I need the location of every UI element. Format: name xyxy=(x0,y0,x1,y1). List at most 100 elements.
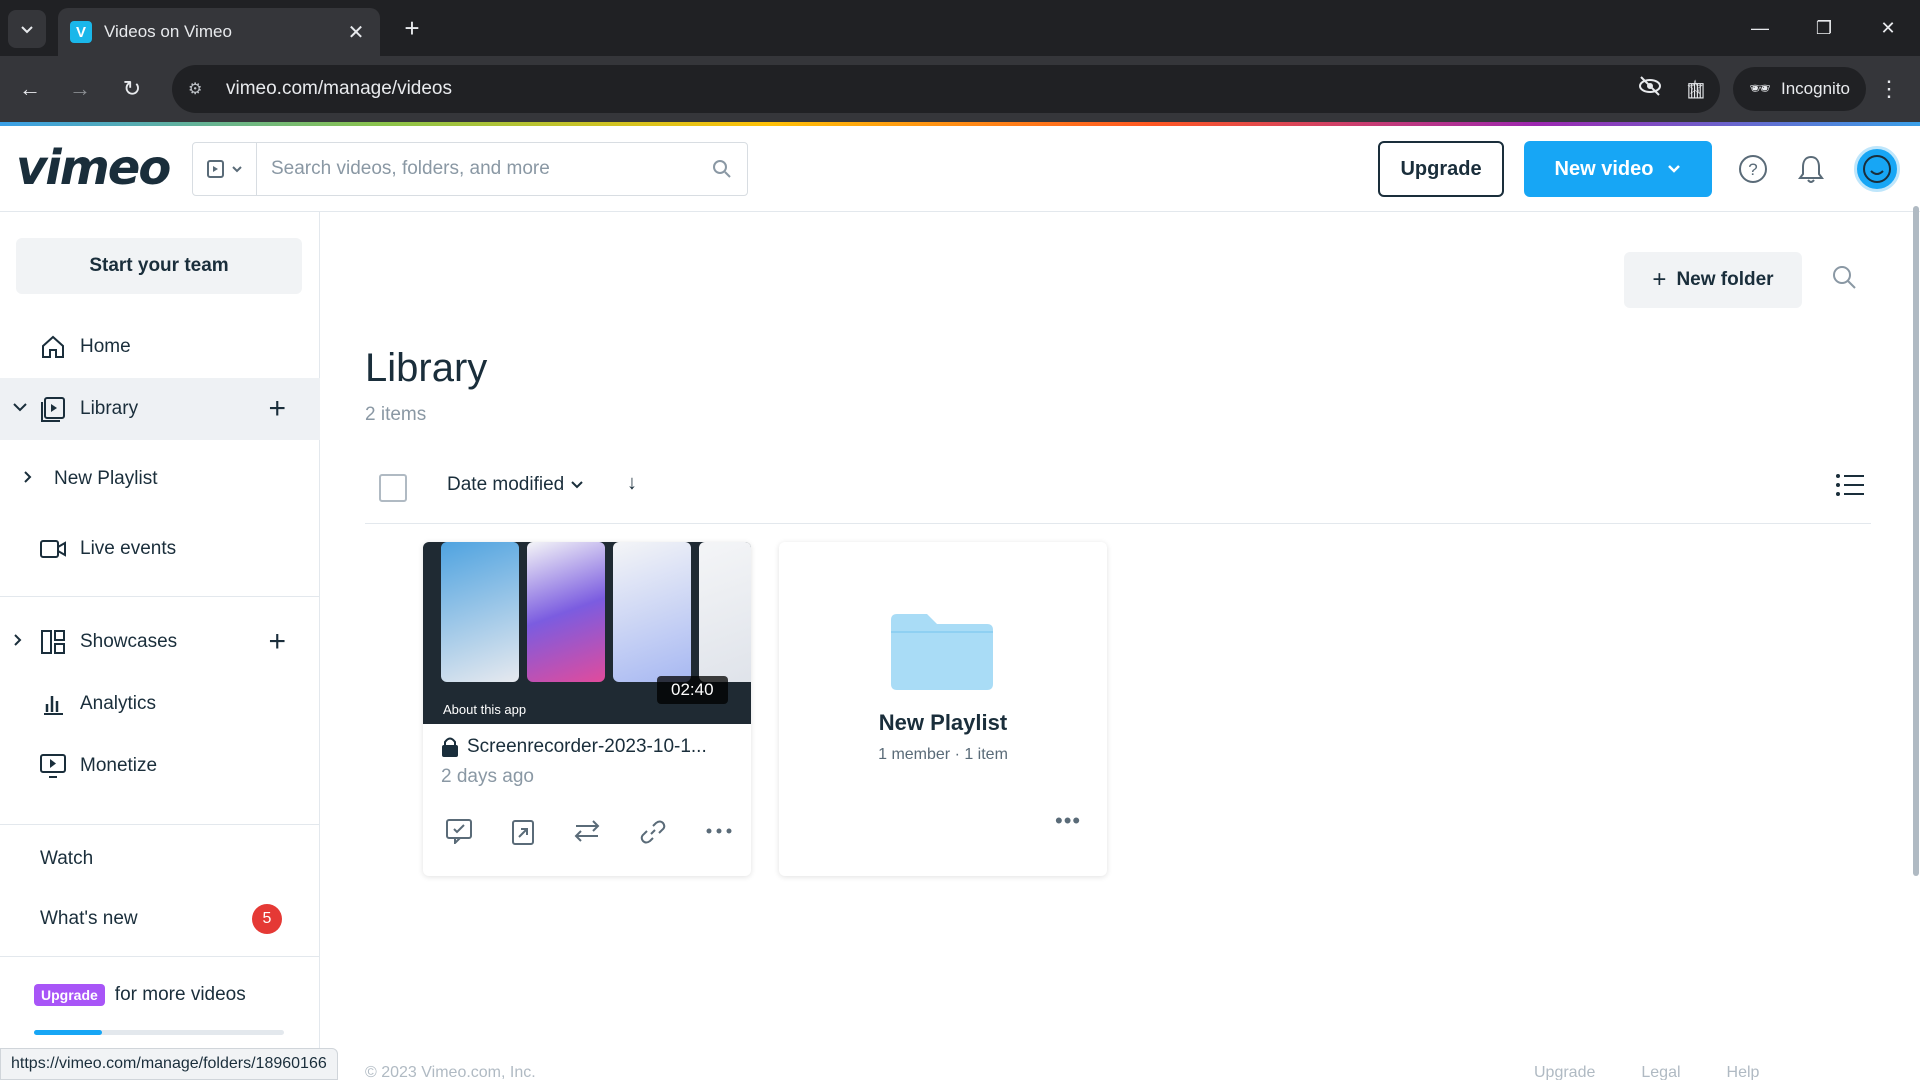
list-view-icon[interactable] xyxy=(1835,472,1865,503)
video-title-text: Screenrecorder-2023-10-1... xyxy=(467,736,707,757)
chevron-right-icon[interactable] xyxy=(22,470,32,489)
vimeo-favicon-icon: V xyxy=(70,21,92,43)
chevron-down-icon xyxy=(571,481,583,489)
chevron-right-icon[interactable] xyxy=(12,633,22,652)
avatar[interactable] xyxy=(1854,146,1900,192)
scrollbar[interactable] xyxy=(1913,206,1919,876)
eye-slash-icon[interactable] xyxy=(1638,75,1662,103)
playlist-card[interactable]: New Playlist 1 member · 1 item ••• xyxy=(779,542,1107,876)
chevron-down-icon xyxy=(21,26,33,34)
new-folder-button[interactable]: + New folder xyxy=(1624,252,1802,308)
tab-search-button[interactable] xyxy=(8,10,46,48)
sidebar-item-monetize[interactable]: Monetize xyxy=(0,735,320,797)
divider xyxy=(0,824,320,825)
help-icon[interactable]: ? xyxy=(1736,152,1770,186)
video-card[interactable]: About this app 02:40 Screenrecorder-2023… xyxy=(423,542,751,876)
sidebar-item-live-events[interactable]: Live events xyxy=(0,518,320,580)
vimeo-header: vimeo Upgrade New video ? xyxy=(0,126,1920,212)
sidebar-item-new-playlist[interactable]: New Playlist xyxy=(0,448,320,510)
sidebar-item-label: Showcases xyxy=(80,631,178,652)
select-all-checkbox[interactable] xyxy=(379,474,407,502)
upgrade-pill[interactable]: Upgrade xyxy=(34,984,105,1006)
video-title[interactable]: Screenrecorder-2023-10-1... xyxy=(441,736,707,758)
vimeo-logo[interactable]: vimeo xyxy=(16,140,171,196)
site-settings-icon[interactable]: ⚙ xyxy=(188,79,212,99)
start-team-button[interactable]: Start your team xyxy=(16,238,302,294)
side-panel-icon[interactable]: ▥ xyxy=(1687,77,1706,102)
chevron-down-icon xyxy=(1668,165,1681,173)
incognito-label: Incognito xyxy=(1781,79,1850,98)
bell-icon[interactable] xyxy=(1794,152,1828,186)
chevron-down-icon[interactable] xyxy=(12,400,28,418)
upgrade-text: for more videos xyxy=(114,984,246,1005)
video-modified: 2 days ago xyxy=(441,766,534,787)
notification-badge: 5 xyxy=(252,904,282,934)
svg-text:?: ? xyxy=(1748,160,1757,179)
add-showcase-icon[interactable]: + xyxy=(268,625,286,659)
screenshot-image xyxy=(527,542,605,682)
sidebar-item-label: Home xyxy=(80,336,131,357)
sidebar-item-watch[interactable]: Watch xyxy=(0,828,320,890)
back-icon[interactable]: ← xyxy=(14,73,46,105)
footer-link[interactable]: Legal xyxy=(1641,1064,1680,1080)
sort-label: Date modified xyxy=(447,474,565,495)
sidebar-item-showcases[interactable]: Showcases + xyxy=(0,611,320,673)
footer-link[interactable]: Help xyxy=(1727,1064,1760,1080)
add-folder-icon[interactable]: + xyxy=(268,392,286,426)
camera-icon xyxy=(38,534,68,564)
swap-icon[interactable] xyxy=(573,818,601,851)
incognito-indicator[interactable]: 🕶 Incognito xyxy=(1733,67,1866,111)
close-window-icon[interactable]: ✕ xyxy=(1856,0,1920,56)
close-tab-icon[interactable]: ✕ xyxy=(344,20,368,45)
copyright: © 2023 Vimeo.com, Inc. xyxy=(365,1064,536,1080)
search-icon[interactable] xyxy=(1831,264,1857,295)
review-icon[interactable] xyxy=(445,818,473,851)
storage-progress-fill xyxy=(34,1030,102,1035)
analytics-icon xyxy=(38,689,68,719)
link-icon[interactable] xyxy=(639,818,667,851)
home-icon xyxy=(38,332,68,362)
search-input[interactable] xyxy=(257,158,697,180)
sidebar-item-label: What's new xyxy=(40,908,138,929)
footer-links: Upgrade Legal Help xyxy=(1534,1064,1759,1080)
sidebar-item-library[interactable]: Library + xyxy=(0,378,320,440)
minimize-icon[interactable]: — xyxy=(1728,0,1792,56)
browser-tab-bar: V Videos on Vimeo ✕ + — ❐ ✕ xyxy=(0,0,1920,56)
sidebar-item-label: Library xyxy=(80,398,139,419)
video-thumbnail[interactable]: About this app 02:40 xyxy=(423,542,751,724)
sidebar-item-whats-new[interactable]: What's new 5 xyxy=(0,888,320,950)
new-tab-button[interactable]: + xyxy=(396,12,428,44)
sort-direction-icon[interactable]: ↓ xyxy=(627,472,637,495)
footer-link[interactable]: Upgrade xyxy=(1534,1064,1595,1080)
sidebar-item-label: Watch xyxy=(40,848,94,869)
browser-menu-icon[interactable]: ⋮ xyxy=(1878,76,1900,102)
showcase-icon xyxy=(38,627,68,657)
playlist-title[interactable]: New Playlist xyxy=(779,710,1107,736)
reload-icon[interactable]: ↻ xyxy=(116,73,148,105)
upgrade-prompt[interactable]: Upgrade for more videos xyxy=(0,964,320,1026)
search-type-dropdown[interactable] xyxy=(193,143,257,195)
more-icon[interactable] xyxy=(705,818,733,851)
folder-icon xyxy=(891,614,993,690)
screenshot-image xyxy=(699,542,751,682)
monetize-icon xyxy=(38,751,68,781)
more-icon[interactable]: ••• xyxy=(1055,808,1081,834)
sidebar-item-home[interactable]: Home xyxy=(0,316,320,378)
search-bar xyxy=(192,142,748,196)
tab-title: Videos on Vimeo xyxy=(104,22,232,41)
sort-dropdown[interactable]: Date modified xyxy=(447,474,584,496)
sidebar-item-label: Analytics xyxy=(80,693,157,714)
video-type-icon xyxy=(206,160,224,178)
lock-icon xyxy=(442,737,458,757)
upgrade-button[interactable]: Upgrade xyxy=(1378,141,1504,197)
address-bar[interactable]: ⚙ vimeo.com/manage/videos ☆ xyxy=(172,65,1720,113)
library-icon xyxy=(38,394,68,424)
new-video-button[interactable]: New video xyxy=(1524,141,1712,197)
browser-tab[interactable]: V Videos on Vimeo ✕ xyxy=(58,8,380,56)
share-icon[interactable] xyxy=(511,818,535,851)
forward-icon[interactable]: → xyxy=(64,73,96,105)
sidebar-item-analytics[interactable]: Analytics xyxy=(0,673,320,735)
restore-icon[interactable]: ❐ xyxy=(1792,0,1856,56)
divider xyxy=(0,596,320,597)
search-icon[interactable] xyxy=(697,159,747,179)
